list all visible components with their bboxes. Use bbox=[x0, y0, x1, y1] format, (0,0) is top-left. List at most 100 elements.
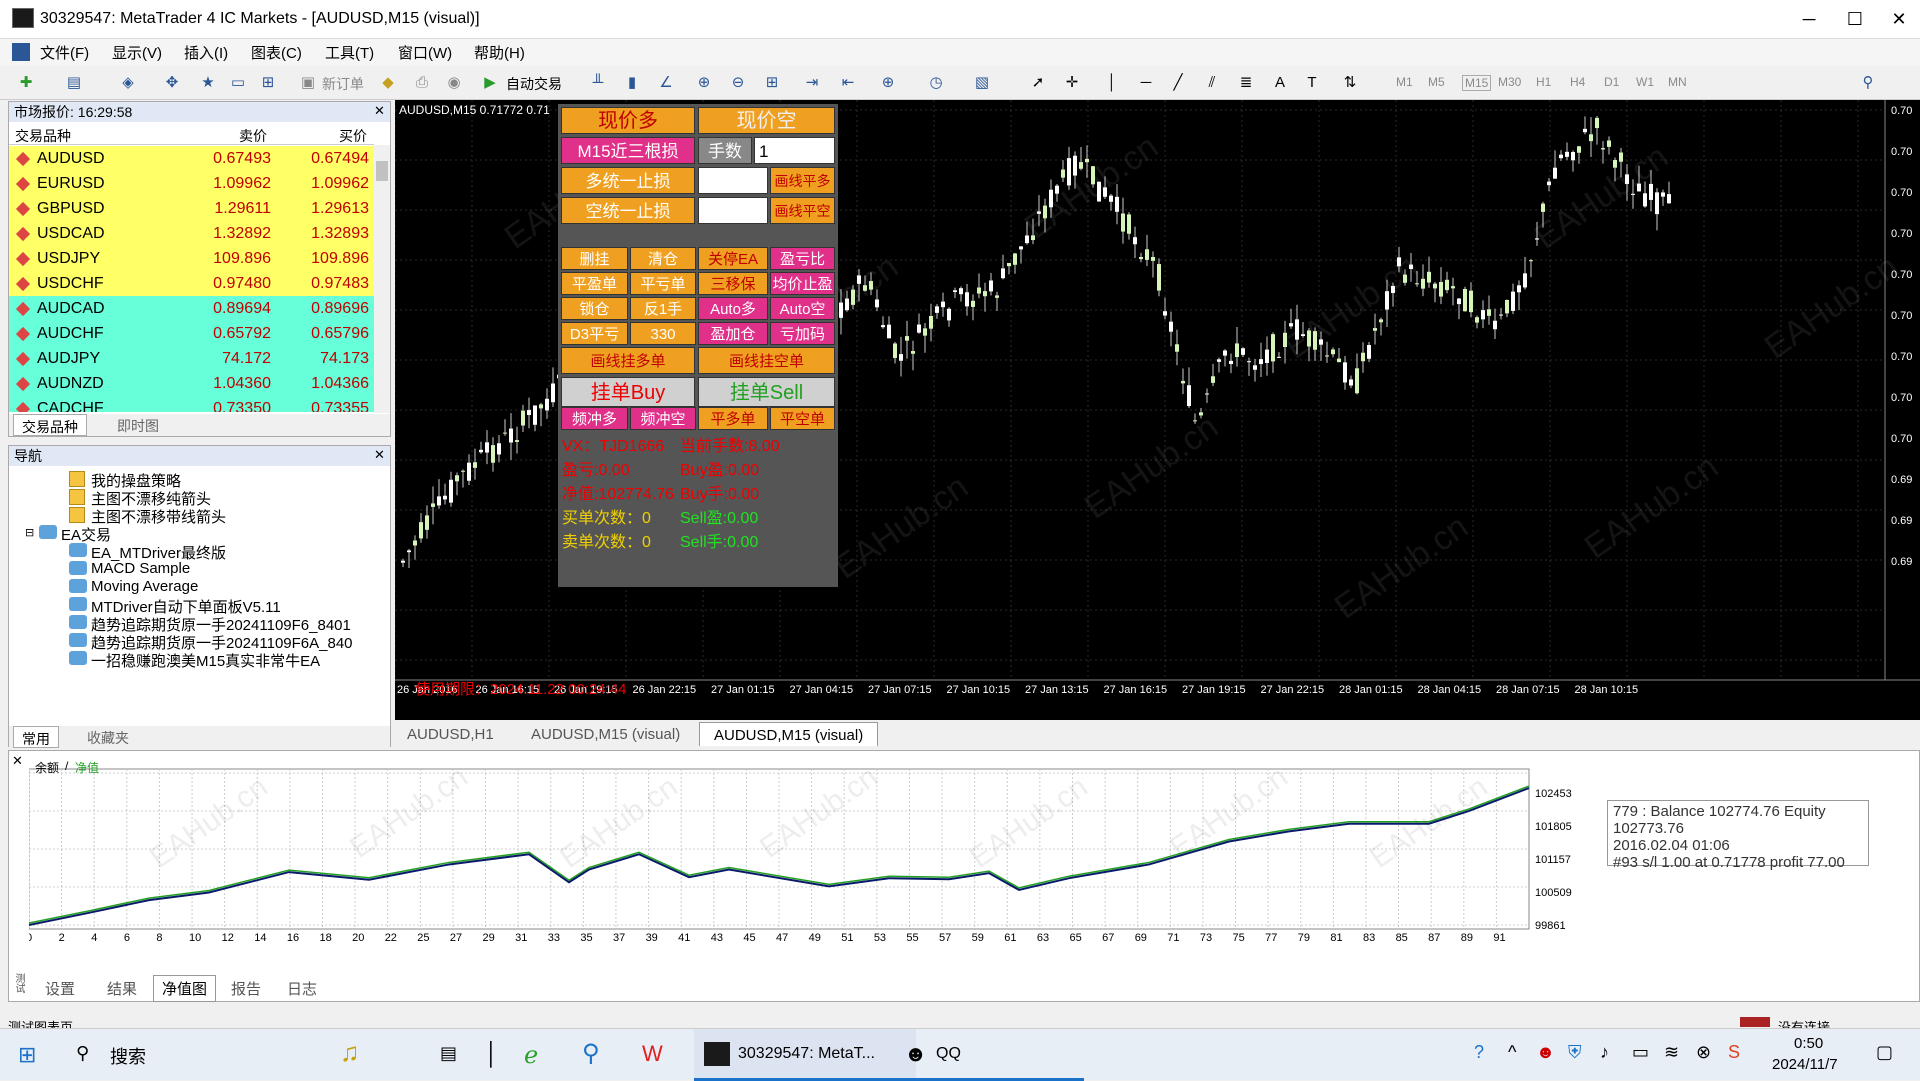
shield-icon[interactable]: ⛨ bbox=[1568, 1042, 1582, 1063]
auto-trading-button[interactable]: 自动交易 bbox=[506, 74, 562, 94]
data-window-icon[interactable]: ✥ bbox=[160, 71, 184, 95]
pending-sell-button[interactable]: 挂单Sell bbox=[698, 377, 835, 407]
clock-date[interactable]: 2024/11/7 bbox=[1772, 1056, 1838, 1073]
qq-tray-icon[interactable]: ☻ bbox=[1536, 1042, 1555, 1063]
menu-file[interactable]: 文件(F) bbox=[40, 42, 89, 63]
tab-audusd-m15-visual-1[interactable]: AUDUSD,M15 (visual) bbox=[517, 722, 694, 746]
risk-reward-button[interactable]: 盈亏比 bbox=[770, 247, 835, 270]
zoom-in-icon[interactable]: ⊕ bbox=[692, 71, 716, 95]
templates-icon[interactable]: ▧ bbox=[970, 71, 994, 95]
menu-insert[interactable]: 插入(I) bbox=[184, 42, 228, 63]
text-label-icon[interactable]: T bbox=[1300, 71, 1324, 95]
menu-tools[interactable]: 工具(T) bbox=[325, 42, 374, 63]
menu-view[interactable]: 显示(V) bbox=[112, 42, 162, 63]
text-icon[interactable]: A bbox=[1268, 71, 1292, 95]
wifi-icon[interactable]: ≋ bbox=[1664, 1042, 1679, 1063]
terminal-icon[interactable]: ▭ bbox=[226, 71, 250, 95]
candle-chart-icon[interactable]: ▮ bbox=[620, 71, 644, 95]
tab-report[interactable]: 报告 bbox=[231, 978, 261, 999]
market-row[interactable]: USDJPY 109.896 109.896 bbox=[9, 246, 374, 271]
menu-window[interactable]: 窗口(W) bbox=[398, 42, 452, 63]
add-on-profit-button[interactable]: 盈加仓 bbox=[698, 322, 768, 345]
clock-time[interactable]: 0:50 bbox=[1794, 1035, 1823, 1052]
market-row[interactable]: CADCHF 0.73350 0.73355 bbox=[9, 396, 374, 412]
search-app-icon[interactable]: ⚲ bbox=[582, 1039, 600, 1068]
market-row[interactable]: GBPUSD 1.29611 1.29613 bbox=[9, 196, 374, 221]
crosshair-icon[interactable]: ✛ bbox=[1060, 71, 1084, 95]
tab-audusd-h1[interactable]: AUDUSD,H1 bbox=[393, 722, 508, 746]
timeframe-h1[interactable]: H1 bbox=[1536, 75, 1551, 89]
close-icon[interactable]: ✕ bbox=[12, 753, 23, 769]
stop-ea-button[interactable]: 关停EA bbox=[698, 247, 768, 270]
timeframe-h4[interactable]: H4 bbox=[1570, 75, 1585, 89]
market-row[interactable]: EURUSD 1.09962 1.09962 bbox=[9, 171, 374, 196]
close-sell-button[interactable]: 平空单 bbox=[770, 407, 835, 430]
pending-buy-button[interactable]: 挂单Buy bbox=[561, 377, 695, 407]
market-watch-icon[interactable]: ◈ bbox=[116, 71, 140, 95]
close-buy-button[interactable]: 平多单 bbox=[698, 407, 768, 430]
navigator-icon[interactable]: ★ bbox=[196, 71, 220, 95]
sell-stop-input[interactable] bbox=[698, 197, 768, 224]
trendline-icon[interactable]: ╱ bbox=[1166, 71, 1190, 95]
m15-stop-button[interactable]: M15近三根损 bbox=[561, 137, 695, 164]
close-profit-button[interactable]: 平盈单 bbox=[561, 272, 628, 295]
cursor-icon[interactable]: ➚ bbox=[1026, 71, 1050, 95]
market-buy-button[interactable]: 现价多 bbox=[561, 107, 695, 134]
auto-sell-button[interactable]: Auto空 bbox=[770, 297, 835, 320]
sell-unified-stop-button[interactable]: 空统一止损 bbox=[561, 197, 695, 224]
timeframe-m1[interactable]: M1 bbox=[1396, 75, 1413, 89]
buy-stop-input[interactable] bbox=[698, 167, 768, 194]
d3-close-loss-button[interactable]: D3平亏 bbox=[561, 322, 628, 345]
line-pending-buy-button[interactable]: 画线挂多单 bbox=[561, 347, 695, 374]
notification-center-icon[interactable]: ▢ bbox=[1876, 1042, 1893, 1063]
windows-start-icon[interactable]: ⊞ bbox=[18, 1042, 36, 1068]
chart-shift-icon[interactable]: ⇥ bbox=[800, 71, 824, 95]
new-chart-icon[interactable]: ✚ bbox=[14, 71, 38, 95]
strategy-tester-icon[interactable]: ⊞ bbox=[256, 71, 280, 95]
auto-buy-button[interactable]: Auto多 bbox=[698, 297, 768, 320]
timeframe-d1[interactable]: D1 bbox=[1604, 75, 1619, 89]
speaker-icon[interactable]: ♪ bbox=[1600, 1042, 1609, 1063]
menu-help[interactable]: 帮助(H) bbox=[474, 42, 525, 63]
arrows-icon[interactable]: ⇅ bbox=[1338, 71, 1362, 95]
network-off-icon[interactable]: ⊗ bbox=[1696, 1042, 1711, 1063]
tab-audusd-m15-visual-2[interactable]: AUDUSD,M15 (visual) bbox=[699, 722, 879, 746]
market-row[interactable]: USDCHF 0.97480 0.97483 bbox=[9, 271, 374, 296]
market-row[interactable]: AUDJPY 74.172 74.173 bbox=[9, 346, 374, 371]
market-row[interactable]: AUDUSD 0.67493 0.67494 bbox=[9, 146, 374, 171]
tab-common[interactable]: 常用 bbox=[13, 726, 59, 748]
new-order-button[interactable]: 新订单 bbox=[322, 74, 364, 94]
zoom-out-icon[interactable]: ⊖ bbox=[726, 71, 750, 95]
auto-trading-icon[interactable]: ▶ bbox=[478, 71, 502, 95]
timeframe-mn[interactable]: MN bbox=[1668, 75, 1687, 89]
history-icon[interactable]: ◉ bbox=[442, 71, 466, 95]
timeframe-m15[interactable]: M15 bbox=[1462, 75, 1492, 91]
fibonacci-icon[interactable]: ≣ bbox=[1234, 71, 1258, 95]
breakeven-button[interactable]: 三移保 bbox=[698, 272, 768, 295]
help-icon[interactable]: ? bbox=[1474, 1042, 1484, 1063]
horizontal-line-icon[interactable]: ─ bbox=[1134, 71, 1158, 95]
add-on-loss-button[interactable]: 亏加码 bbox=[770, 322, 835, 345]
indicators-icon[interactable]: ⊕ bbox=[876, 71, 900, 95]
new-order-icon[interactable]: ▣ bbox=[296, 71, 320, 95]
wps-icon[interactable]: W bbox=[642, 1041, 663, 1067]
vertical-line-icon[interactable]: │ bbox=[1100, 71, 1124, 95]
channel-icon[interactable]: ⫽ bbox=[1200, 71, 1224, 95]
timeframe-m5[interactable]: M5 bbox=[1428, 75, 1445, 89]
tab-results[interactable]: 结果 bbox=[107, 978, 137, 999]
close-icon[interactable]: ✕ bbox=[374, 103, 385, 119]
market-row[interactable]: USDCAD 1.32892 1.32893 bbox=[9, 221, 374, 246]
periods-icon[interactable]: ◷ bbox=[924, 71, 948, 95]
delete-pending-button[interactable]: 删挂 bbox=[561, 247, 628, 270]
freq-sell-button[interactable]: 频冲空 bbox=[630, 407, 696, 430]
timeframe-m30[interactable]: M30 bbox=[1498, 75, 1521, 89]
timeframe-w1[interactable]: W1 bbox=[1636, 75, 1654, 89]
search-icon[interactable]: ⚲ bbox=[76, 1043, 89, 1064]
count-330-button[interactable]: 330 bbox=[630, 322, 696, 345]
minimize-button[interactable]: ─ bbox=[1786, 4, 1832, 34]
auto-scroll-icon[interactable]: ⇤ bbox=[836, 71, 860, 95]
reverse-one-button[interactable]: 反1手 bbox=[630, 297, 696, 320]
app-tray-icon[interactable]: S bbox=[1728, 1042, 1740, 1063]
line-pending-sell-button[interactable]: 画线挂空单 bbox=[698, 347, 835, 374]
print-icon[interactable]: ⎙ bbox=[410, 71, 434, 95]
